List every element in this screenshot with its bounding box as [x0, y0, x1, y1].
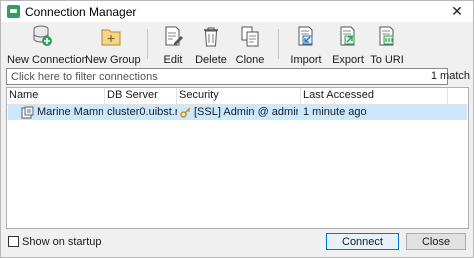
delete-label: Delete [195, 54, 227, 66]
cell-name: Marine Mammal R [37, 106, 103, 118]
folder-add-icon [101, 29, 121, 46]
connect-button[interactable]: Connect [326, 233, 399, 250]
window-title: Connection Manager [25, 5, 137, 19]
export-button[interactable]: Export [329, 25, 367, 66]
edit-label: Edit [163, 54, 183, 66]
footer: Show on startup Connect Close [1, 232, 473, 257]
app-logo-icon [7, 5, 20, 18]
column-divider[interactable] [447, 88, 448, 104]
delete-button[interactable]: Delete [194, 25, 228, 66]
column-header-name[interactable]: Name [7, 89, 105, 103]
cell-last-accessed: 1 minute ago [303, 106, 367, 118]
to-uri-label: To URI [370, 54, 404, 66]
clone-label: Clone [235, 54, 265, 66]
connections-table: Name DB Server Security Last Accessed Ma… [6, 87, 469, 229]
table-row[interactable]: Marine Mammal R cluster0.uibst.mo... [SS… [8, 105, 467, 120]
import-icon [298, 26, 313, 46]
cell-security: [SSL] Admin @ admin [194, 106, 298, 118]
table-header: Name DB Server Security Last Accessed [7, 88, 468, 105]
toolbar-divider [147, 29, 148, 59]
new-connection-button[interactable]: New Connection [7, 25, 88, 66]
close-button[interactable]: Close [406, 233, 466, 250]
toolbar: New Connection New Group Edit Delete Clo… [1, 23, 473, 66]
column-header-security[interactable]: Security [177, 89, 301, 103]
connection-icon [21, 106, 34, 119]
filter-input[interactable] [6, 68, 448, 85]
window-close-button[interactable]: ✕ [447, 2, 467, 20]
connection-manager-window: Connection Manager ✕ New Connection New … [0, 0, 474, 258]
trash-icon [204, 27, 218, 47]
edit-document-icon [165, 26, 183, 46]
uri-document-icon [379, 26, 394, 46]
filter-row: 1 match [6, 68, 470, 85]
key-icon [180, 107, 191, 118]
toolbar-divider [278, 29, 279, 59]
import-label: Import [290, 54, 322, 66]
show-on-startup-checkbox[interactable] [8, 236, 19, 247]
import-button[interactable]: Import [287, 25, 325, 66]
copy-icon [241, 26, 259, 47]
new-connection-label: New Connection [7, 54, 88, 66]
show-on-startup-label[interactable]: Show on startup [22, 236, 102, 248]
column-header-db-server[interactable]: DB Server [105, 89, 177, 103]
column-header-last-accessed[interactable]: Last Accessed [301, 89, 451, 103]
cell-db-server: cluster0.uibst.mo... [107, 106, 177, 118]
new-group-label: New Group [85, 54, 141, 66]
export-icon [340, 26, 355, 46]
to-uri-button[interactable]: To URI [370, 25, 404, 66]
edit-button[interactable]: Edit [156, 25, 190, 66]
match-count: 1 match [430, 70, 470, 82]
new-group-button[interactable]: New Group [85, 25, 141, 66]
export-label: Export [332, 54, 364, 66]
clone-button[interactable]: Clone [233, 25, 267, 66]
title-bar: Connection Manager ✕ [1, 1, 473, 22]
database-add-icon [33, 25, 52, 46]
